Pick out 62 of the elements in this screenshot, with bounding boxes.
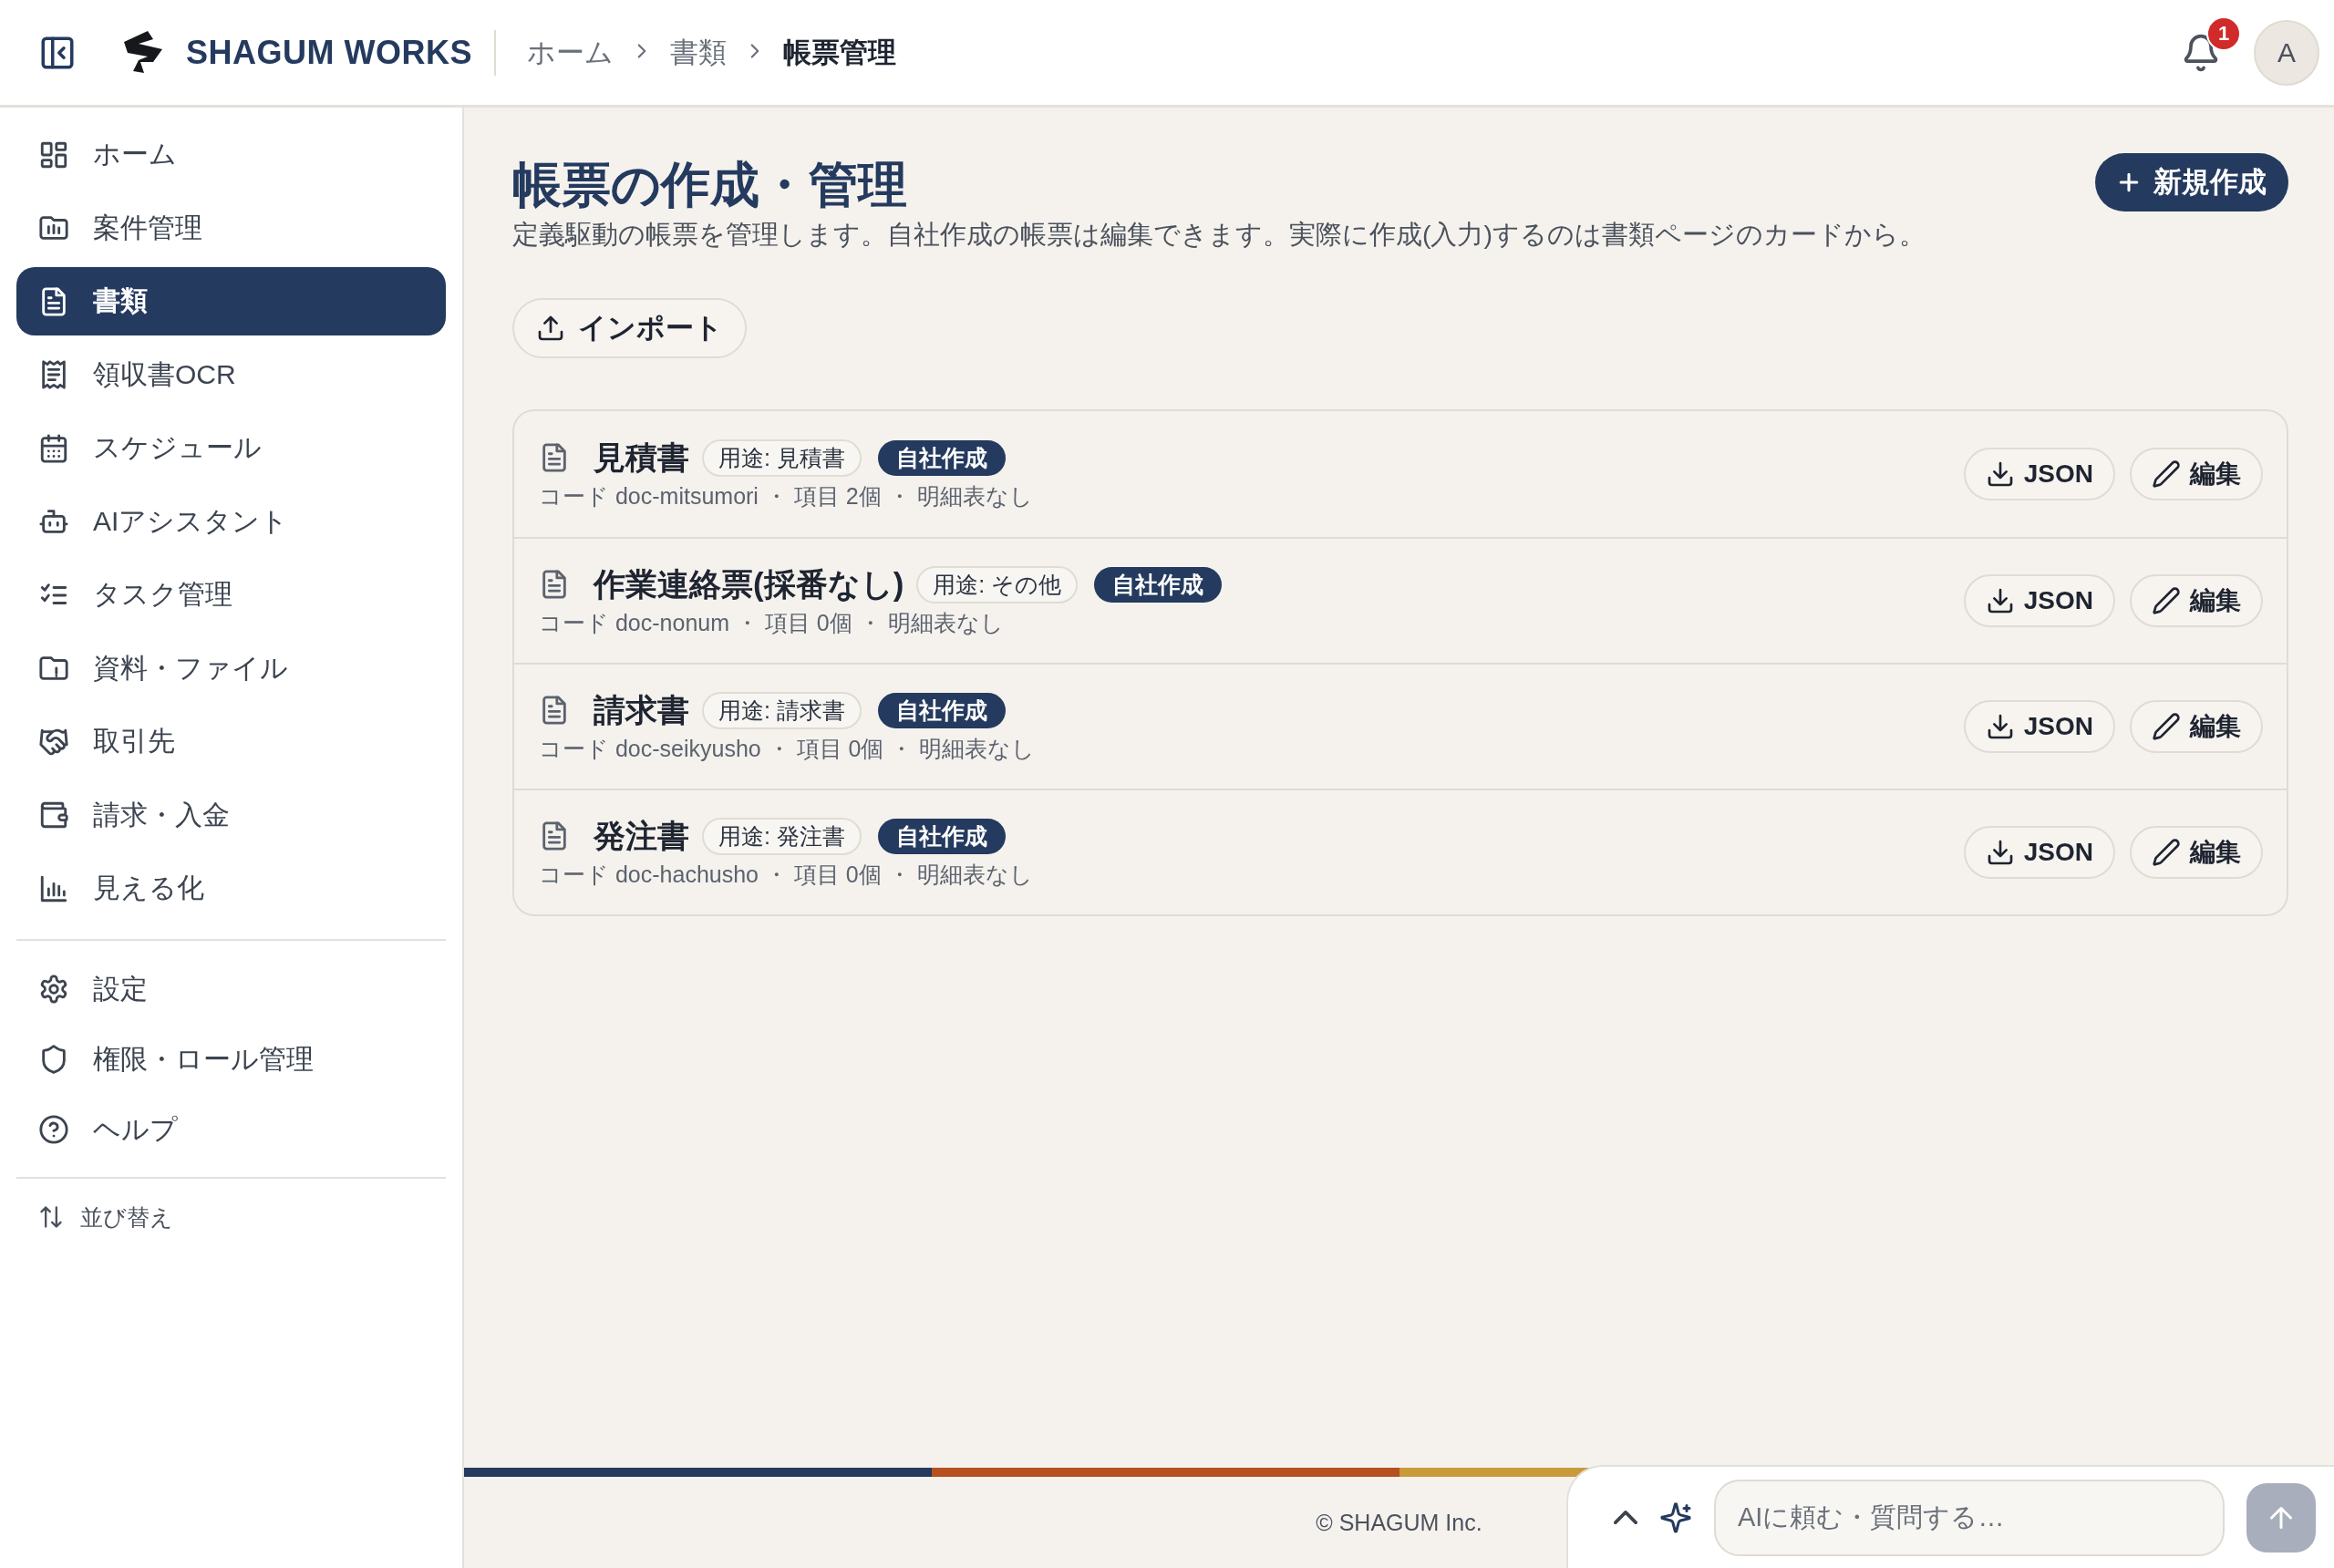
settings-icon [38, 974, 69, 1005]
edit-button[interactable]: 編集 [2130, 447, 2263, 500]
sidebar-item[interactable]: スケジュール [16, 414, 446, 482]
edit-button[interactable]: 編集 [2130, 573, 2263, 627]
sidebar-item[interactable]: ホーム [16, 120, 446, 189]
notification-badge: 1 [2206, 15, 2241, 51]
sidebar-item[interactable]: 取引先 [16, 707, 446, 776]
edit-button[interactable]: 編集 [2130, 699, 2263, 753]
template-meta: コード doc-nonum ・ 項目 0個 ・ 明細表なし [539, 608, 1005, 637]
chevron-up-icon [1614, 1511, 1637, 1524]
help-icon [38, 1114, 69, 1145]
template-meta: コード doc-seikyusho ・ 項目 0個 ・ 明細表なし [539, 734, 1037, 763]
template-meta: コード doc-hachusho ・ 項目 0個 ・ 明細表なし [539, 860, 1034, 889]
brand-name: SHAGUM WORKS [186, 33, 472, 72]
edit-button[interactable]: 編集 [2130, 825, 2263, 879]
template-name: 見積書 [594, 438, 689, 477]
sidebar-item[interactable]: ヘルプ [16, 1095, 446, 1164]
owner-badge: 自社作成 [877, 692, 1006, 728]
sidebar-item[interactable]: 資料・ファイル [16, 634, 446, 703]
pencil-icon [2152, 585, 2181, 615]
page-title: 帳票の作成・管理 [512, 156, 907, 213]
sidebar-item[interactable]: 書類 [16, 267, 446, 335]
json-export-button[interactable]: JSON [1963, 699, 2115, 753]
template-name: 請求書 [594, 690, 689, 729]
sidebar-item[interactable]: タスク管理 [16, 561, 446, 629]
sidebar-item[interactable]: 領収書OCR [16, 340, 446, 409]
copyright-text: © SHAGUM Inc. [1316, 1509, 1482, 1536]
usage-tag: 用途: 見積書 [702, 438, 862, 477]
sidebar-item[interactable]: 案件管理 [16, 193, 446, 263]
ai-input-field[interactable]: AIに頼む・質問する… [1714, 1479, 2225, 1556]
owner-badge: 自社作成 [877, 439, 1006, 476]
new-button[interactable]: 新規作成 [2095, 153, 2288, 211]
sort-button[interactable]: 並び替え [16, 1192, 446, 1242]
sidebar-item[interactable]: 設定 [16, 954, 446, 1024]
json-export-button[interactable]: JSON [1963, 825, 2115, 879]
owner-badge: 自社作成 [877, 818, 1006, 854]
sidebar-item[interactable]: 請求・入金 [16, 780, 446, 850]
import-button[interactable]: インポート [512, 297, 747, 358]
json-export-button[interactable]: JSON [1963, 573, 2115, 627]
template-name: 発注書 [594, 816, 689, 855]
template-name: 作業連絡票(採番なし) [594, 564, 904, 603]
expand-button[interactable] [1614, 1511, 1637, 1524]
owner-badge: 自社作成 [1094, 566, 1223, 603]
sidebar-item[interactable]: 見える化 [16, 854, 446, 923]
pencil-icon [2152, 459, 2181, 489]
wallet-icon [38, 799, 69, 830]
usage-tag: 用途: その他 [916, 565, 1079, 603]
json-export-button[interactable]: JSON [1963, 447, 2115, 500]
sidebar-item[interactable]: AIアシスタント [16, 487, 446, 556]
sort-icon [38, 1204, 64, 1230]
pencil-icon [2152, 837, 2181, 867]
breadcrumb-link[interactable]: ホーム [527, 33, 614, 72]
page-description: 定義駆動の帳票を管理します。自社作成の帳票は編集できます。実際に作成(入力)するのは書類ページのカードから。 [512, 218, 1926, 251]
user-avatar[interactable]: A [2254, 19, 2319, 86]
pencil-icon [2152, 711, 2181, 741]
usage-tag: 用途: 発注書 [702, 817, 862, 855]
sparkle-icon [1659, 1501, 1692, 1534]
breadcrumb-link[interactable]: 書類 [670, 33, 727, 72]
usage-tag: 用途: 請求書 [702, 691, 862, 729]
sidebar-item[interactable]: 権限・ロール管理 [16, 1025, 446, 1094]
template-meta: コード doc-mitsumori ・ 項目 2個 ・ 明細表なし [539, 481, 1034, 511]
calendar-icon [38, 432, 69, 464]
